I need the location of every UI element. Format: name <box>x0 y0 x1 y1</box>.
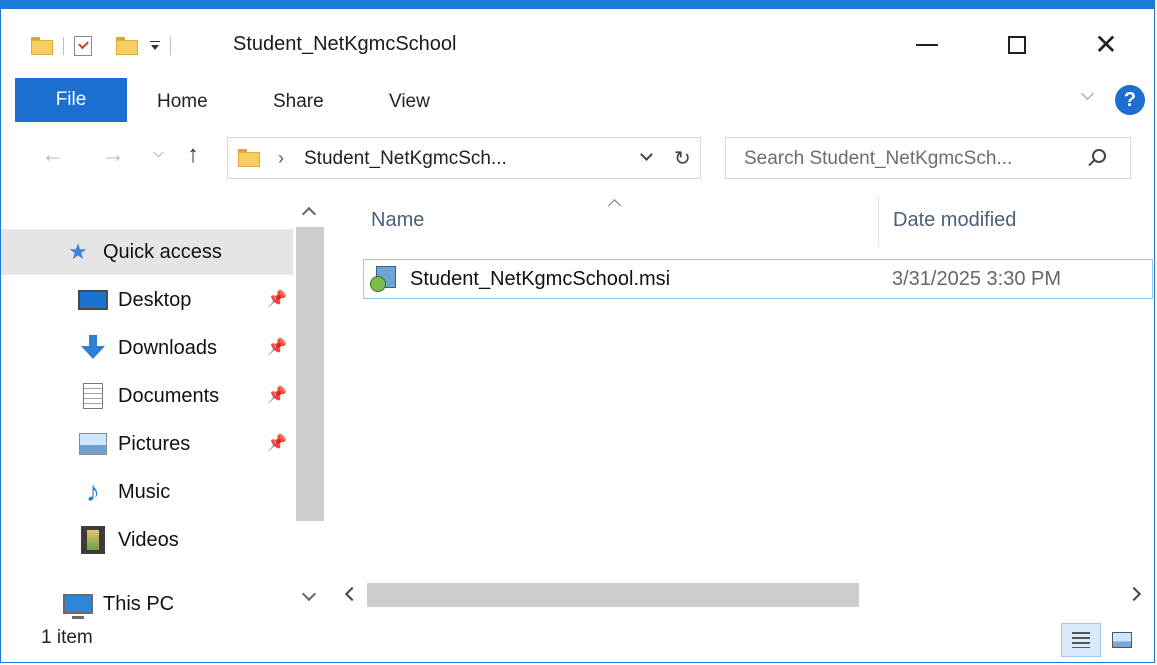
back-arrow-icon[interactable]: ← <box>41 141 65 169</box>
address-bar[interactable]: › Student_NetKgmcSch... ↻ <box>227 137 701 179</box>
customize-toolbar-dropdown-icon[interactable] <box>150 41 160 51</box>
file-list-pane: Name Date modified Student_NetKgmcSchool… <box>327 189 1154 619</box>
column-header-name[interactable]: Name <box>371 209 424 232</box>
expand-ribbon-chevron-icon[interactable] <box>1081 89 1095 103</box>
window-accent-border <box>1 1 1154 9</box>
refresh-icon[interactable]: ↻ <box>674 146 691 171</box>
maximize-icon <box>1008 36 1026 54</box>
details-view-button[interactable] <box>1061 623 1101 657</box>
search-box[interactable]: Search Student_NetKgmcSch... <box>725 137 1131 179</box>
sidebar-item-music[interactable]: ♪ Music <box>1 469 293 515</box>
sidebar-item-desktop[interactable]: Desktop <box>1 277 293 323</box>
star-icon: ★ <box>68 239 88 264</box>
sidebar-item-downloads[interactable]: Downloads <box>1 325 293 371</box>
table-row[interactable]: Student_NetKgmcSchool.msi 3/31/2025 3:30… <box>363 259 1153 299</box>
search-input[interactable]: Search Student_NetKgmcSch... <box>744 148 1012 170</box>
item-count: 1 item <box>41 627 93 648</box>
file-name: Student_NetKgmcSchool.msi <box>410 268 671 290</box>
videos-icon <box>78 526 108 554</box>
downloads-icon <box>78 335 108 361</box>
navigation-pane-scrollbar[interactable] <box>295 189 325 619</box>
quick-access-toolbar <box>31 31 181 61</box>
sort-ascending-icon <box>610 197 620 207</box>
sidebar-item-label: Downloads <box>118 336 217 359</box>
column-divider[interactable] <box>878 195 879 247</box>
close-button[interactable]: ✕ <box>1076 17 1136 73</box>
forward-arrow-icon[interactable]: → <box>101 141 125 169</box>
tab-share[interactable]: Share <box>273 91 324 113</box>
properties-icon[interactable] <box>74 36 92 56</box>
folder-icon <box>238 149 260 167</box>
breadcrumb-chevron-icon[interactable]: › <box>278 148 284 169</box>
minimize-button[interactable] <box>897 17 957 73</box>
sidebar-item-quick-access[interactable]: ★ Quick access <box>1 229 293 275</box>
pin-icon[interactable]: 📌 <box>267 385 287 405</box>
column-header-date-modified[interactable]: Date modified <box>893 209 1016 232</box>
file-list-horizontal-scrollbar[interactable] <box>327 579 1154 611</box>
search-icon[interactable] <box>1092 149 1106 163</box>
new-folder-icon[interactable] <box>116 37 138 55</box>
documents-icon <box>78 383 108 409</box>
close-icon: ✕ <box>1094 29 1118 60</box>
sidebar-item-label: Documents <box>118 384 220 407</box>
sidebar-item-label: Videos <box>118 528 179 551</box>
recent-locations-chevron-icon[interactable] <box>155 149 163 157</box>
pin-icon[interactable]: 📌 <box>267 289 287 309</box>
this-pc-icon <box>63 591 93 620</box>
toolbar-divider <box>63 37 64 55</box>
up-arrow-icon[interactable]: ↑ <box>187 141 199 169</box>
address-dropdown-chevron-icon[interactable] <box>642 150 652 160</box>
navigation-pane: ★ Quick access Desktop 📌 Downloads 📌 Doc… <box>1 189 327 620</box>
scroll-right-icon[interactable] <box>1126 586 1142 602</box>
sidebar-item-label: Music <box>118 480 171 503</box>
navigation-bar: ← → ↑ › Student_NetKgmcSch... ↻ Search S… <box>1 123 1154 189</box>
folder-icon[interactable] <box>31 37 53 55</box>
large-icons-view-button[interactable] <box>1105 623 1139 657</box>
sidebar-item-label: Desktop <box>118 288 192 311</box>
window-title: Student_NetKgmcSchool <box>233 33 457 55</box>
status-bar: 1 item <box>1 619 1154 662</box>
music-icon: ♪ <box>86 476 100 507</box>
sidebar-item-label: Quick access <box>103 240 222 263</box>
file-date-modified: 3/31/2025 3:30 PM <box>892 268 1062 290</box>
tab-home[interactable]: Home <box>157 91 208 113</box>
sidebar-item-pictures[interactable]: Pictures <box>1 421 293 467</box>
scroll-left-icon[interactable] <box>344 586 360 602</box>
minimize-icon <box>916 44 938 46</box>
help-button[interactable]: ? <box>1115 85 1145 115</box>
msi-installer-icon <box>370 264 400 294</box>
tab-file[interactable]: File <box>15 78 127 122</box>
maximize-button[interactable] <box>987 17 1047 73</box>
scroll-down-icon[interactable] <box>301 586 317 602</box>
title-bar[interactable]: Student_NetKgmcSchool ✕ <box>1 9 1154 77</box>
sidebar-item-label: Pictures <box>118 432 191 455</box>
file-explorer-window: Student_NetKgmcSchool ✕ File Home Share … <box>0 0 1155 663</box>
sidebar-item-documents[interactable]: Documents <box>1 373 293 419</box>
scrollbar-thumb[interactable] <box>367 583 859 607</box>
desktop-icon <box>78 287 108 313</box>
ribbon-tabs: File Home Share View ? <box>1 77 1154 124</box>
toolbar-divider <box>170 37 171 55</box>
scroll-up-icon[interactable] <box>301 206 317 222</box>
pin-icon[interactable]: 📌 <box>267 433 287 453</box>
sidebar-item-label: This PC <box>103 592 175 615</box>
tab-view[interactable]: View <box>389 91 430 113</box>
pin-icon[interactable]: 📌 <box>267 337 287 357</box>
pictures-icon <box>78 431 108 457</box>
sidebar-item-videos[interactable]: Videos <box>1 517 293 563</box>
breadcrumb[interactable]: Student_NetKgmcSch... <box>304 148 507 170</box>
scrollbar-thumb[interactable] <box>296 227 324 521</box>
